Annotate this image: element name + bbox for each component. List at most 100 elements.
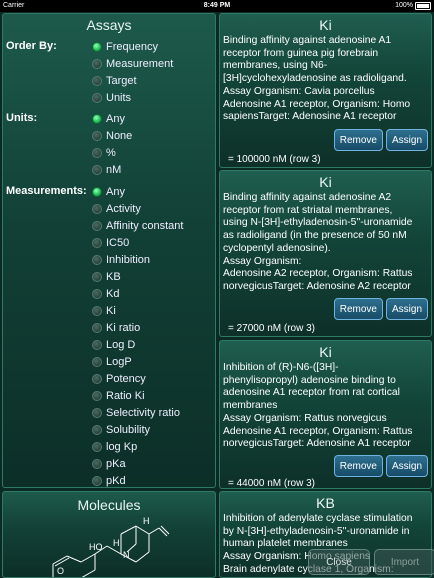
assay-card: Ki Binding affinity against adenosine A1… — [219, 13, 432, 168]
units-option-percent[interactable]: % — [92, 144, 116, 161]
measurement-option-solubility[interactable]: Solubility — [92, 421, 150, 438]
measurement-option-label: pKa — [106, 457, 126, 470]
units-option-label: Any — [106, 112, 125, 125]
measurement-option-pkd[interactable]: pKd — [92, 472, 126, 487]
order-by-option-label: Target — [106, 74, 137, 87]
radio-icon[interactable] — [92, 130, 102, 141]
battery-icon — [415, 2, 431, 10]
desc-line: Binding affinity against adenosine A2 — [223, 192, 392, 203]
radio-icon[interactable] — [92, 458, 102, 469]
radio-icon[interactable] — [92, 424, 102, 435]
assign-button[interactable]: Assign — [385, 298, 428, 320]
measurement-option-label: Activity — [106, 202, 141, 215]
radio-icon[interactable] — [92, 356, 102, 367]
radio-icon[interactable] — [92, 41, 102, 52]
remove-button[interactable]: Remove — [333, 298, 383, 320]
radio-icon[interactable] — [92, 147, 102, 158]
measurement-option-label: pKd — [106, 474, 126, 487]
measurement-option-label: IC50 — [106, 236, 130, 249]
units-option-nm[interactable]: nM — [92, 161, 121, 178]
measurement-option-label: Log D — [106, 338, 136, 351]
radio-icon[interactable] — [92, 113, 102, 124]
assign-button[interactable]: Assign — [385, 455, 428, 477]
desc-line: sapiensTarget: Adenosine A1 receptor — [223, 111, 397, 123]
measurement-option-label: Inhibition — [106, 253, 151, 266]
card-title: KB — [316, 495, 335, 511]
radio-icon[interactable] — [92, 305, 102, 316]
desc-line: Assay Organism: Rattus norvegicus — [223, 412, 387, 424]
radio-icon[interactable] — [92, 186, 102, 197]
card-title: Ki — [319, 17, 332, 33]
measurement-option-ratio-ki[interactable]: Ratio Ki — [92, 387, 145, 404]
card-description: Binding affinity against adenosine A1 re… — [223, 35, 428, 124]
units-option-any[interactable]: Any — [92, 110, 125, 127]
order-by-option-target[interactable]: Target — [92, 72, 137, 89]
atom-label-h-top: H — [143, 516, 150, 526]
battery-indicator: 100% — [395, 0, 431, 12]
radio-icon[interactable] — [92, 441, 102, 452]
remove-button[interactable]: Remove — [333, 129, 383, 151]
order-by-option-frequency[interactable]: Frequency — [92, 38, 158, 55]
radio-icon[interactable] — [92, 339, 102, 350]
measurement-option-selectivity-ratio[interactable]: Selectivity ratio — [92, 404, 180, 421]
measurement-option-ki[interactable]: Ki — [92, 302, 116, 319]
order-by-option-label: Frequency — [106, 40, 158, 53]
desc-line: receptor from rat striatal membranes, — [223, 204, 393, 216]
desc-line: Adenosine A2 receptor, Organism: Rattus — [223, 268, 413, 280]
measurement-option-log-kp[interactable]: log Kp — [92, 438, 137, 455]
measurement-option-label: Kd — [106, 287, 120, 300]
remove-button[interactable]: Remove — [333, 455, 383, 477]
radio-icon[interactable] — [92, 373, 102, 384]
radio-icon[interactable] — [92, 254, 102, 265]
desc-line: Assay Organism: — [223, 255, 302, 267]
radio-icon[interactable] — [92, 322, 102, 333]
measurement-option-ki-ratio[interactable]: Ki ratio — [92, 319, 140, 336]
order-by-option-measurement[interactable]: Measurement — [92, 55, 173, 72]
measurement-option-log-d[interactable]: Log D — [92, 336, 135, 353]
radio-icon[interactable] — [92, 58, 102, 69]
radio-icon[interactable] — [92, 220, 102, 231]
import-button[interactable]: Import — [374, 549, 434, 575]
measurement-option-affinity-constant[interactable]: Affinity constant — [92, 217, 183, 234]
card-actions: Remove Assign — [333, 129, 428, 151]
radio-icon[interactable] — [92, 75, 102, 86]
order-by-option-units[interactable]: Units — [92, 89, 131, 106]
desc-line: as radioligand (in the presence of 50 nM — [223, 230, 407, 242]
desc-line: norvegicusTarget: Adenosine A2 receptor — [223, 280, 411, 292]
measurement-option-kd[interactable]: Kd — [92, 285, 119, 302]
radio-icon[interactable] — [92, 288, 102, 299]
radio-icon[interactable] — [92, 271, 102, 282]
molecule-structure: HO H N H O — [52, 516, 170, 577]
measurement-option-any[interactable]: Any — [92, 183, 125, 200]
radio-icon[interactable] — [92, 164, 102, 175]
radio-icon[interactable] — [92, 390, 102, 401]
radio-icon[interactable] — [92, 92, 102, 103]
card-value: = 27000 nM (row 3) — [228, 323, 315, 334]
assign-button[interactable]: Assign — [385, 129, 428, 151]
units-label: Units: — [6, 112, 38, 124]
status-bar: Carrier 8:49 PM 100% — [0, 0, 434, 12]
measurement-option-ic50[interactable]: IC50 — [92, 234, 129, 251]
measurement-option-label: Affinity constant — [106, 219, 184, 232]
desc-line: Binding affinity against adenosine A1 — [223, 35, 392, 46]
battery-percent: 100% — [395, 2, 413, 9]
measurement-option-activity[interactable]: Activity — [92, 200, 141, 217]
measurement-option-inhibition[interactable]: Inhibition — [92, 251, 150, 268]
card-description: Inhibition of (R)-N6-([3H]- phenylisopro… — [223, 362, 428, 451]
close-button[interactable]: Close — [308, 549, 370, 575]
desc-line: [3H]cyclohexyladenosine as radioligand. — [223, 73, 407, 85]
radio-icon[interactable] — [92, 203, 102, 214]
measurement-option-pka[interactable]: pKa — [92, 455, 126, 472]
desc-line: Inhibition of adenylate cyclase stimulat… — [223, 513, 413, 524]
units-option-none[interactable]: None — [92, 127, 132, 144]
radio-icon[interactable] — [92, 237, 102, 248]
radio-icon[interactable] — [92, 475, 102, 486]
measurement-option-potency[interactable]: Potency — [92, 370, 146, 387]
desc-line: adenosine A1 receptor from rat cortical — [223, 387, 400, 399]
measurement-option-kb[interactable]: KB — [92, 268, 121, 285]
measurement-option-label: Selectivity ratio — [106, 406, 180, 419]
molecules-title: Molecules — [77, 497, 141, 513]
assays-title: Assays — [86, 17, 132, 33]
measurement-option-logp[interactable]: LogP — [92, 353, 132, 370]
radio-icon[interactable] — [92, 407, 102, 418]
